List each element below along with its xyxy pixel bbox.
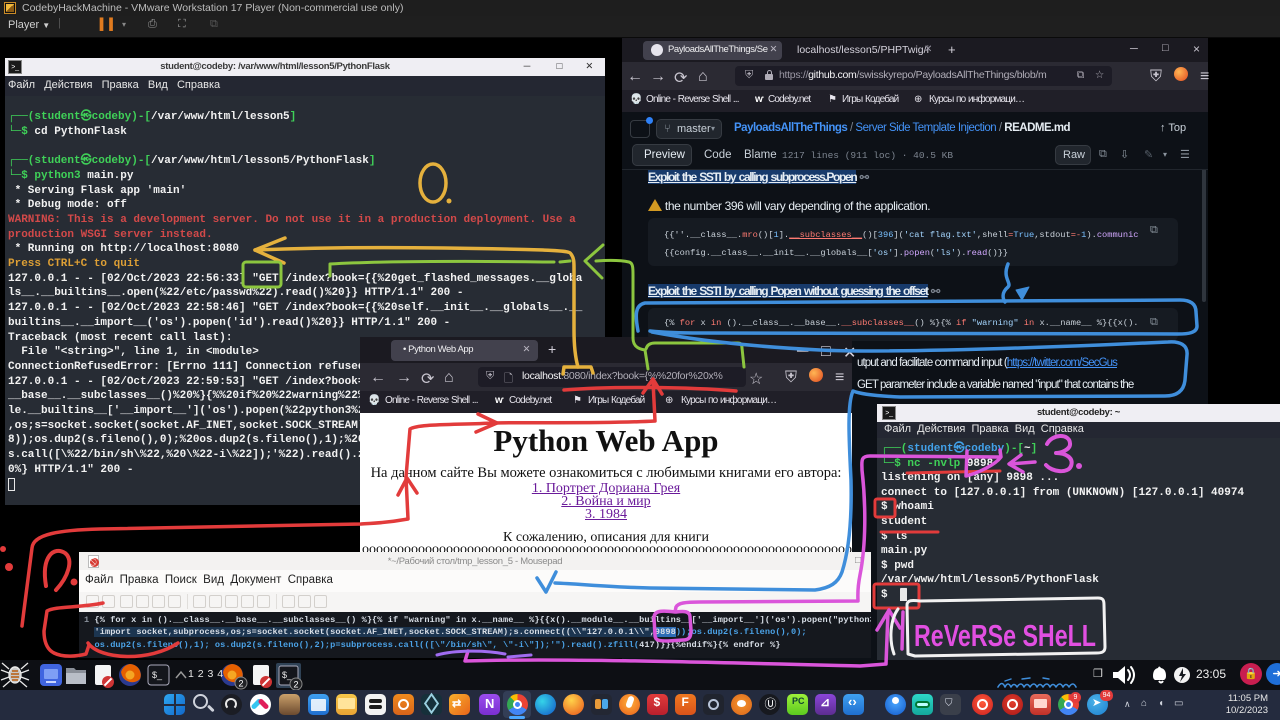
- svg-text:ReVeRSe SHeLL: ReVeRSe SHeLL: [914, 618, 1096, 653]
